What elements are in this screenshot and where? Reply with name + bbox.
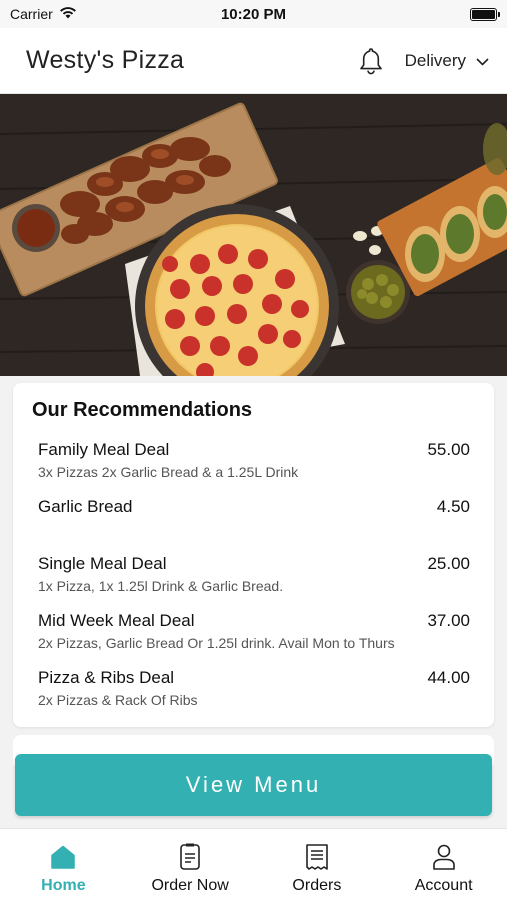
tab-home[interactable]: Home [0, 829, 127, 900]
item-price: 4.50 [436, 497, 470, 516]
tab-label: Orders [292, 877, 342, 894]
status-bar: Carrier 10:20 PM [0, 0, 507, 28]
app-title: Westy's Pizza [26, 46, 185, 74]
item-name: Garlic Bread [38, 497, 133, 516]
account-icon [431, 843, 457, 871]
delivery-selector[interactable]: Delivery [405, 51, 489, 71]
item-price: 44.00 [427, 668, 470, 687]
recommendation-item[interactable]: Mid Week Meal Deal 37.00 2x Pizzas, Garl… [32, 611, 470, 668]
item-price: 37.00 [427, 611, 470, 630]
chevron-down-icon [476, 51, 489, 71]
tab-orders[interactable]: Orders [254, 829, 381, 900]
tab-label: Account [414, 877, 473, 894]
hero-food-image [0, 94, 507, 376]
delivery-label: Delivery [404, 50, 466, 70]
recommendation-item[interactable]: Single Meal Deal 25.00 1x Pizza, 1x 1.25… [32, 554, 470, 611]
order-now-icon [177, 843, 203, 871]
recommendation-item[interactable]: Pizza & Ribs Deal 44.00 2x Pizzas & Rack… [32, 668, 470, 725]
recommendations-title: Our Recommendations [32, 399, 253, 421]
view-menu-button[interactable]: View Menu [15, 754, 492, 816]
item-description: 1x Pizza, 1x 1.25l Drink & Garlic Bread. [38, 578, 284, 594]
battery-icon [470, 7, 500, 21]
bottom-tab-bar: Home Order Now Orders Account [0, 828, 507, 900]
recommendation-item[interactable]: Family Meal Deal 55.00 3x Pizzas 2x Garl… [32, 440, 470, 497]
home-icon [50, 843, 76, 871]
item-description: 3x Pizzas 2x Garlic Bread & a 1.25L Drin… [38, 464, 299, 480]
tab-account[interactable]: Account [380, 829, 507, 900]
item-name: Mid Week Meal Deal [38, 611, 195, 630]
recommendations-card: Our Recommendations Family Meal Deal 55.… [13, 383, 494, 727]
app-header: Westy's Pizza Delivery [0, 28, 507, 94]
item-price: 55.00 [427, 440, 470, 459]
header-actions: Delivery [357, 45, 489, 77]
wifi-icon [59, 6, 77, 22]
item-name: Pizza & Ribs Deal [38, 668, 175, 687]
bell-icon[interactable] [357, 45, 385, 77]
carrier-label: Carrier [10, 6, 53, 22]
recommendation-item[interactable]: Garlic Bread 4.50 [32, 497, 470, 554]
item-name: Family Meal Deal [38, 440, 170, 459]
tab-label: Home [41, 877, 86, 894]
item-description: 2x Pizzas & Rack Of Ribs [38, 692, 198, 708]
tab-order-now[interactable]: Order Now [127, 829, 254, 900]
tab-label: Order Now [151, 877, 229, 894]
receipt-icon [304, 843, 330, 871]
item-name: Single Meal Deal [38, 554, 167, 573]
item-description: 2x Pizzas, Garlic Bread Or 1.25l drink. … [38, 635, 395, 651]
status-left: Carrier [10, 6, 77, 22]
item-price: 25.00 [427, 554, 470, 573]
